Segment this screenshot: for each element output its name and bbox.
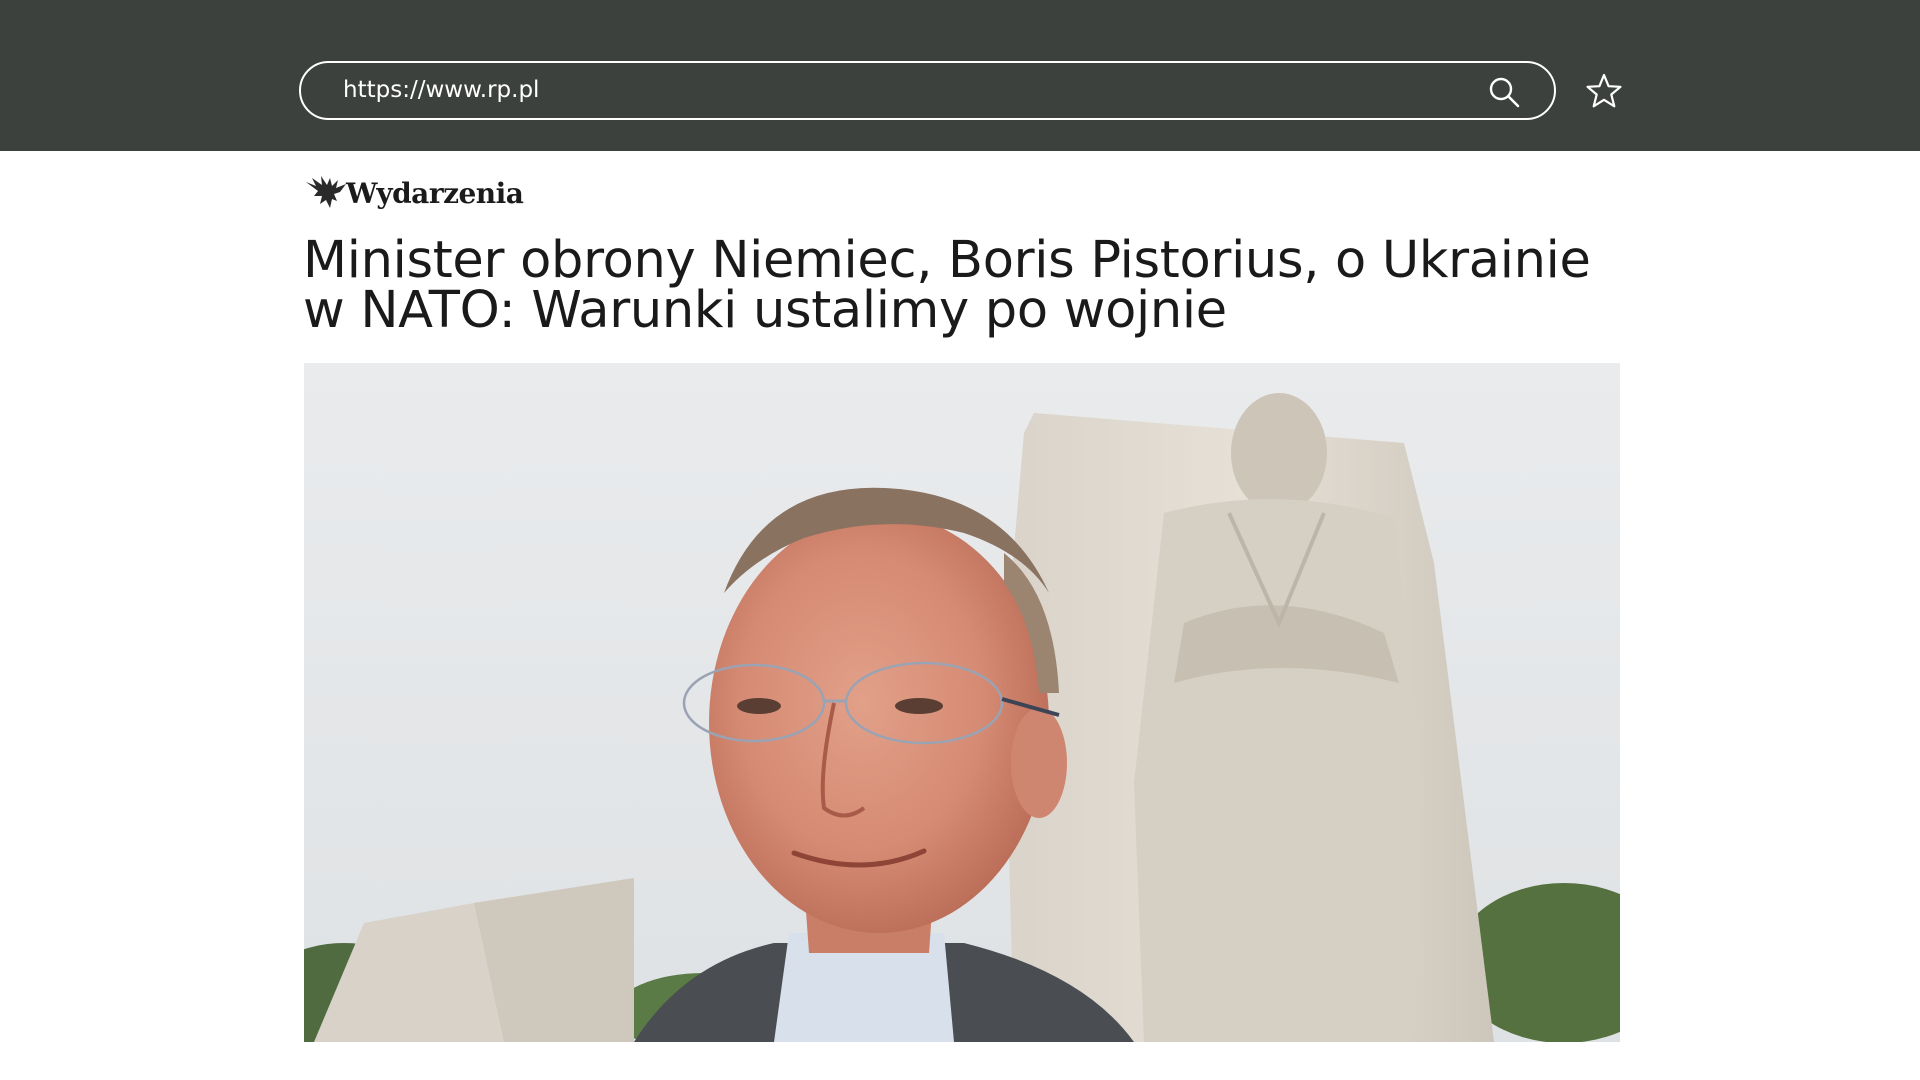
star-icon[interactable]: [1585, 72, 1623, 110]
search-icon[interactable]: [1488, 76, 1520, 108]
address-bar[interactable]: https://www.rp.pl: [299, 61, 1556, 120]
hero-image: [304, 363, 1620, 1042]
headline-line-2: w NATO: Warunki ustalimy po wojnie: [303, 281, 1227, 340]
browser-toolbar: https://www.rp.pl: [0, 0, 1920, 151]
section-logo[interactable]: Wydarzenia: [304, 172, 524, 214]
url-text[interactable]: https://www.rp.pl: [343, 63, 539, 118]
eagle-icon: [306, 176, 346, 208]
section-label: Wydarzenia: [346, 176, 524, 210]
article-headline: Minister obrony Niemiec, Boris Pistorius…: [303, 235, 1633, 336]
